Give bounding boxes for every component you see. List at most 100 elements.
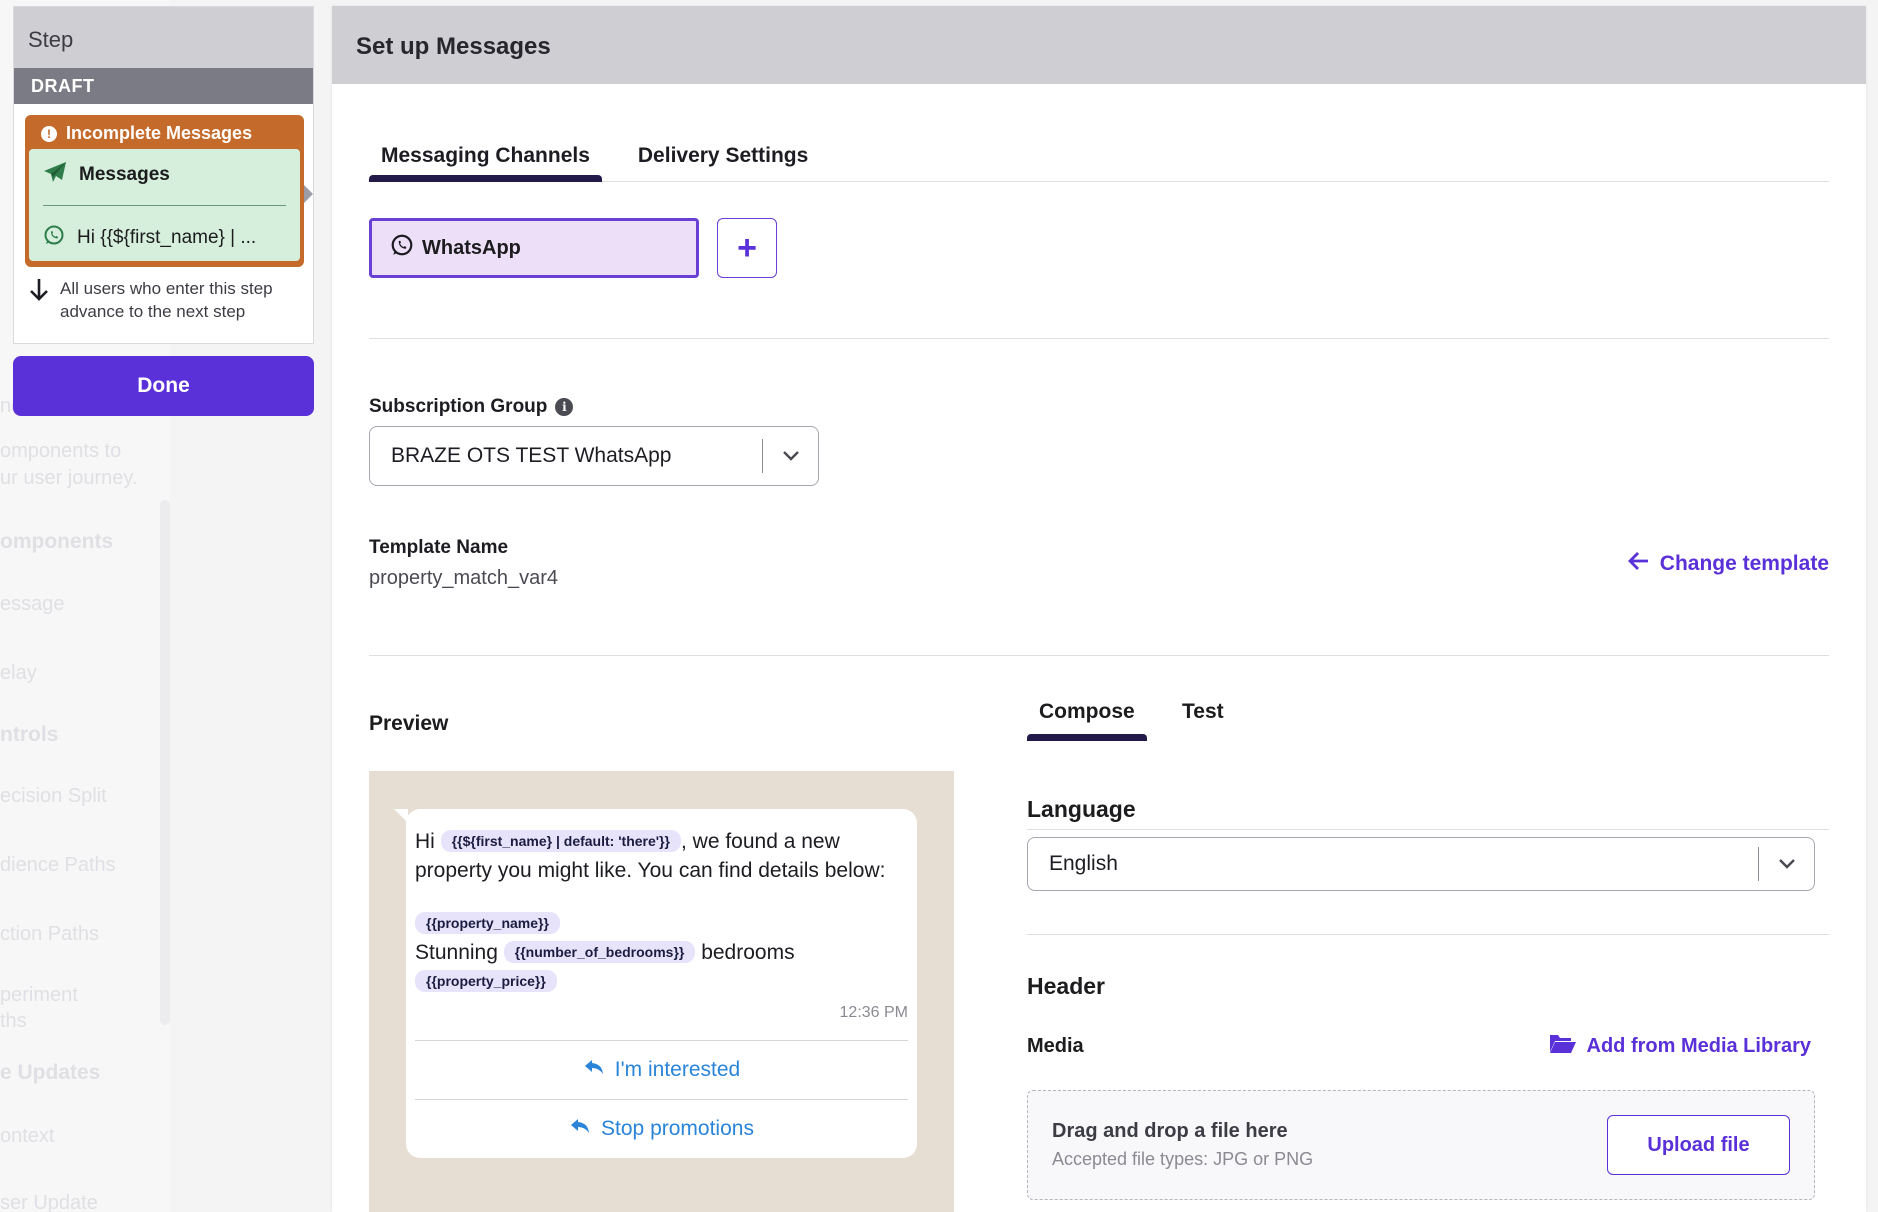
whatsapp-icon (390, 233, 414, 263)
step-title: Step (14, 7, 313, 68)
divider (369, 655, 1829, 656)
tab-delivery-settings[interactable]: Delivery Settings (626, 144, 820, 182)
bg-list-item: ecision Split (0, 785, 107, 807)
bg-list-item: dience Paths (0, 854, 116, 876)
msg-text-bedrooms: bedrooms (701, 941, 795, 964)
quick-reply-stop-label: Stop promotions (601, 1117, 754, 1140)
media-row: Media Add from Media Library (1027, 1032, 1811, 1060)
card-title: Messages (79, 164, 170, 185)
language-field: Language English (1027, 796, 1829, 891)
quick-reply-interested-label: I'm interested (614, 1058, 741, 1081)
preview-title: Preview (369, 712, 449, 735)
msg-text-stunning: Stunning (415, 941, 498, 964)
divider (369, 338, 1829, 339)
advance-line-1: All users who enter this step (60, 279, 273, 298)
bg-list-heading: omponents (0, 530, 114, 553)
change-template-link[interactable]: Change template (1627, 551, 1829, 577)
language-value: English (1049, 852, 1118, 875)
file-drop-zone[interactable]: Drag and drop a file here Accepted file … (1027, 1090, 1815, 1200)
drop-zone-text: Drag and drop a file here Accepted file … (1052, 1120, 1313, 1170)
warning-icon: ! (41, 125, 57, 142)
quick-reply-interested[interactable]: I'm interested (415, 1040, 908, 1099)
media-label: Media (1027, 1034, 1084, 1057)
card-message-preview: Hi {{${first_name} | ... (77, 227, 257, 248)
incomplete-warning: ! Incomplete Messages (29, 119, 300, 145)
card-body: Messages Hi {{${first_name} | ... (29, 149, 300, 261)
page-title: Set up Messages (332, 6, 1866, 84)
bg-list-item: ur user journey. (0, 467, 138, 489)
bg-list-item: periment (0, 984, 78, 1006)
bg-list-item: ths (0, 1010, 27, 1032)
subscription-group-select[interactable]: BRAZE OTS TEST WhatsApp (369, 426, 819, 486)
template-field: Template Name property_match_var4 (369, 537, 558, 590)
message-details: {{property_name}} Stunning {{number_of_b… (415, 909, 908, 996)
bg-list-item: essage (0, 593, 65, 615)
chevron-down-icon (1759, 858, 1814, 870)
card-title-row: Messages (43, 161, 286, 206)
advance-line-2: advance to the next step (60, 302, 246, 321)
channel-row: WhatsApp + (369, 218, 1829, 278)
arrow-left-icon (1627, 551, 1650, 577)
language-label: Language (1027, 796, 1136, 822)
add-channel-button[interactable]: + (717, 218, 777, 278)
template-name-value: property_match_var4 (369, 567, 558, 589)
folder-open-icon (1549, 1032, 1577, 1060)
template-row: Template Name property_match_var4 Change… (369, 537, 1829, 590)
whatsapp-preview: Hi {{${first_name} | default: 'there'}},… (369, 771, 954, 1212)
tab-compose[interactable]: Compose (1027, 700, 1147, 741)
advance-note: All users who enter this step advance to… (28, 277, 273, 323)
done-button[interactable]: Done (13, 356, 314, 416)
liquid-tag-bedrooms: {{number_of_bedrooms}} (503, 941, 696, 963)
tab-messaging-channels[interactable]: Messaging Channels (369, 144, 602, 182)
warning-label: Incomplete Messages (66, 123, 253, 143)
add-from-media-library-link[interactable]: Add from Media Library (1549, 1032, 1811, 1060)
channel-tabs: Messaging Channels Delivery Settings (369, 84, 1829, 182)
card-pointer (304, 185, 313, 203)
draft-status-bar: DRAFT (14, 68, 313, 104)
bg-list-item: ction Paths (0, 923, 99, 945)
whatsapp-channel-label: WhatsApp (422, 236, 521, 259)
subscription-group-label-row: Subscription Group i (369, 396, 819, 418)
change-template-label: Change template (1659, 552, 1829, 575)
language-select[interactable]: English (1027, 837, 1815, 891)
arrow-down-icon (28, 277, 50, 323)
bg-list-item: ontext (0, 1125, 55, 1147)
drop-zone-title: Drag and drop a file here (1052, 1120, 1288, 1142)
divider (1027, 934, 1829, 935)
bg-scrollbar (160, 500, 170, 1025)
whatsapp-icon (43, 224, 65, 252)
add-from-media-library-label: Add from Media Library (1586, 1034, 1811, 1057)
bg-list-heading: ntrols (0, 723, 59, 746)
header-section-title: Header (1027, 973, 1105, 999)
template-name-label: Template Name (369, 537, 509, 558)
drop-zone-subtitle: Accepted file types: JPG or PNG (1052, 1149, 1314, 1169)
paper-plane-icon (43, 161, 67, 189)
panel-content: Messaging Channels Delivery Settings Wha… (369, 84, 1829, 1212)
chevron-down-icon (763, 450, 818, 462)
card-message-row: Hi {{${first_name} | ... (43, 206, 286, 252)
upload-file-button[interactable]: Upload file (1607, 1115, 1790, 1175)
step-panel: Step DRAFT ! Incomplete Messages Message… (13, 6, 314, 344)
message-body: Hi {{${first_name} | default: 'there'}},… (415, 827, 908, 885)
msg-text-hi: Hi (415, 830, 435, 853)
liquid-tag-price: {{property_price}} (415, 970, 557, 992)
subscription-group-field: Subscription Group i BRAZE OTS TEST What… (369, 396, 819, 486)
message-timestamp: 12:36 PM (839, 1004, 908, 1021)
bg-list-item: ser Update (0, 1192, 98, 1212)
reply-icon (583, 1058, 605, 1082)
subscription-group-value: BRAZE OTS TEST WhatsApp (391, 444, 672, 467)
tab-test[interactable]: Test (1182, 700, 1224, 730)
subscription-group-label: Subscription Group (369, 396, 548, 417)
reply-icon (569, 1117, 591, 1141)
quick-reply-stop[interactable]: Stop promotions (415, 1099, 908, 1158)
liquid-tag-first-name: {{${first_name} | default: 'there'}} (440, 830, 681, 852)
liquid-tag-property-name: {{property_name}} (415, 912, 560, 934)
bg-list-item: omponents to (0, 440, 122, 462)
message-step-card[interactable]: ! Incomplete Messages Messages Hi {{${fi… (25, 115, 304, 267)
bg-list-heading: e Updates (0, 1061, 101, 1084)
whatsapp-channel-button[interactable]: WhatsApp (369, 218, 699, 278)
info-icon[interactable]: i (555, 398, 574, 416)
bg-list-item: elay (0, 662, 37, 684)
message-bubble: Hi {{${first_name} | default: 'there'}},… (394, 809, 917, 1158)
setup-messages-panel: Set up Messages Messaging Channels Deliv… (332, 6, 1866, 1212)
